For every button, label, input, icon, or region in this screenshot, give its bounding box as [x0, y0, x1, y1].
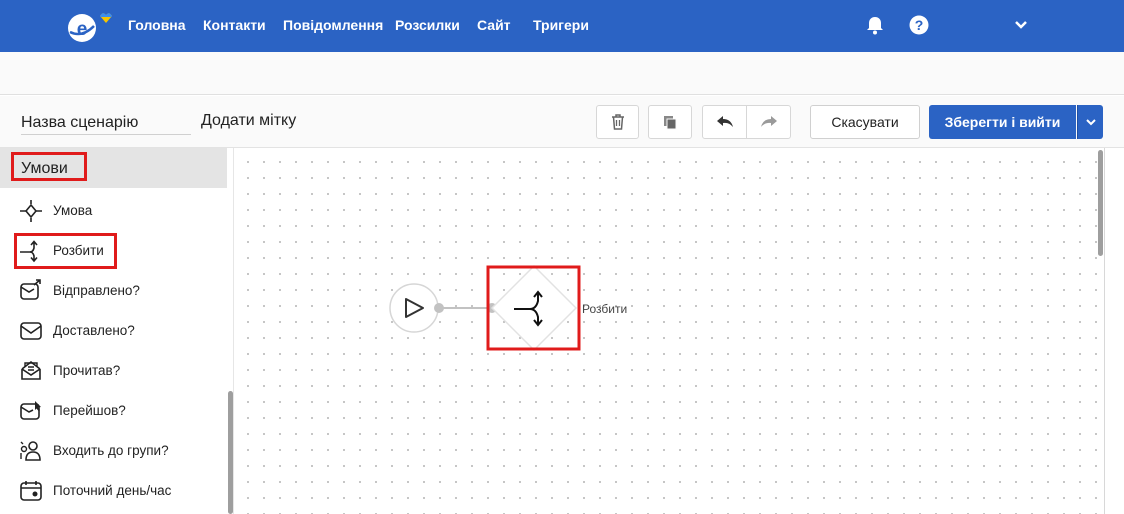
copy-icon	[664, 116, 677, 130]
sidebar-item-label: Доставлено?	[53, 323, 135, 338]
add-tag-link[interactable]: Додати мітку	[201, 112, 296, 130]
start-node[interactable]	[389, 283, 439, 333]
nav-campaigns[interactable]: Розсилки	[395, 17, 460, 33]
bell-icon[interactable]	[864, 14, 886, 36]
sidebar-item-label: Прочитав?	[53, 363, 121, 378]
sidebar-item-in-group[interactable]: Входить до групи?	[0, 431, 227, 471]
split-node[interactable]	[490, 264, 578, 352]
nav-home[interactable]: Головна	[128, 17, 186, 33]
workflow-canvas[interactable]: Розбити	[234, 148, 1104, 514]
nav-messages[interactable]: Повідомлення	[283, 17, 383, 33]
canvas-border	[1104, 148, 1105, 514]
sidebar-item-current-datetime[interactable]: Поточний день/час	[0, 471, 227, 511]
save-and-exit-button[interactable]: Зберегти і вийти	[929, 105, 1076, 139]
nav-site[interactable]: Сайт	[477, 17, 511, 33]
redo-button[interactable]	[746, 105, 791, 139]
highlight-box	[14, 233, 117, 269]
svg-text:?: ?	[915, 17, 924, 33]
sidebar-item-label: Поточний день/час	[53, 483, 172, 498]
save-options-button[interactable]	[1077, 105, 1103, 139]
clicked-mail-icon	[20, 401, 41, 420]
svg-text:e: e	[77, 19, 88, 40]
nav-triggers[interactable]: Тригери	[533, 17, 589, 33]
sidebar-item-condition[interactable]: Умова	[0, 191, 227, 231]
top-navigation: e Головна Контакти Повідомлення Розсилки…	[0, 0, 1124, 52]
trash-icon	[611, 114, 624, 130]
copy-button[interactable]	[648, 105, 692, 139]
workflow-diagram	[389, 264, 581, 352]
sidebar-item-label: Перейшов?	[53, 403, 126, 418]
delivered-mail-icon	[20, 322, 42, 340]
undo-icon	[716, 116, 733, 127]
redo-icon	[760, 116, 777, 127]
condition-icon	[20, 200, 42, 222]
scenario-name-input[interactable]	[21, 111, 191, 135]
sidebar-item-label: Відправлено?	[53, 283, 140, 298]
canvas-scrollbar[interactable]	[1098, 150, 1103, 256]
read-mail-icon	[21, 360, 41, 380]
start-output-port[interactable]	[434, 303, 444, 313]
sidebar-item-label: Умова	[53, 203, 93, 218]
esputnik-logo-icon[interactable]: e	[64, 8, 114, 44]
undo-button[interactable]	[702, 105, 747, 139]
scenario-toolbar: Додати мітку Скасувати Зберегти і вийти	[0, 96, 1124, 148]
sidebar-item-clicked[interactable]: Перейшов?	[0, 391, 227, 431]
sent-mail-icon	[20, 279, 41, 300]
chevron-down-icon[interactable]	[1010, 14, 1032, 36]
sub-header	[0, 52, 1124, 95]
cancel-button[interactable]: Скасувати	[810, 105, 920, 139]
delete-button[interactable]	[596, 105, 639, 139]
sidebar-item-read[interactable]: Прочитав?	[0, 351, 227, 391]
help-icon[interactable]: ?	[908, 14, 930, 36]
split-node-label: Розбити	[582, 302, 628, 316]
conditions-sidebar: Умови Умова Розбити Відправлено? Доставл…	[0, 148, 234, 514]
sidebar-item-label: Входить до групи?	[53, 443, 169, 458]
calendar-clock-icon	[20, 481, 42, 501]
sidebar-item-sent[interactable]: Відправлено?	[0, 271, 227, 311]
highlight-box	[11, 152, 87, 181]
chevron-down-icon	[1085, 119, 1096, 126]
sidebar-scrollbar[interactable]	[228, 391, 233, 514]
group-icon	[20, 441, 41, 461]
nav-contacts[interactable]: Контакти	[203, 17, 266, 33]
sidebar-item-delivered[interactable]: Доставлено?	[0, 311, 227, 351]
